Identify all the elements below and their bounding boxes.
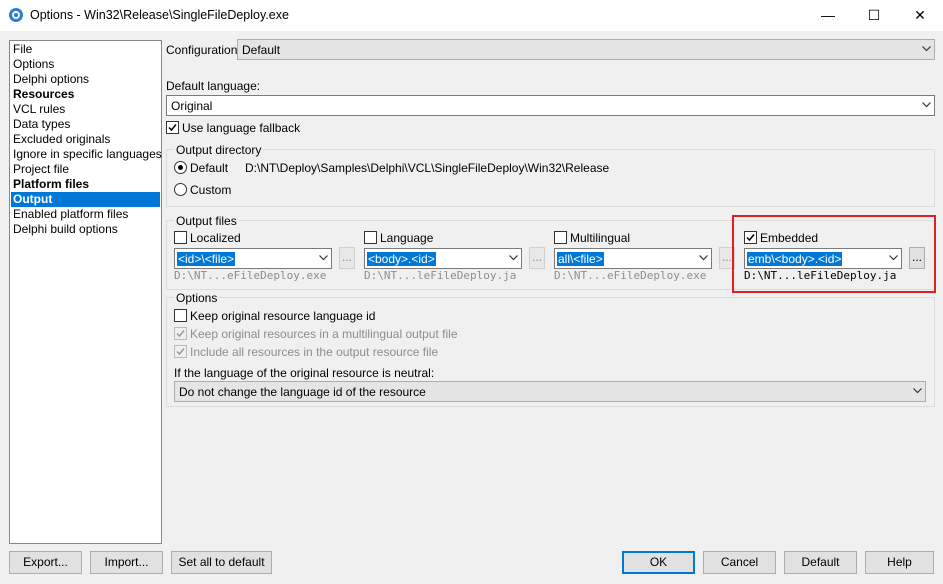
nav-item-data-types[interactable]: Data types [11, 117, 160, 132]
multilingual-pattern: all\<file> [557, 252, 604, 266]
localized-pattern-combo[interactable]: <id>\<file> [174, 248, 332, 269]
set-all-default-button[interactable]: Set all to default [171, 551, 272, 574]
output-default-radio[interactable] [174, 161, 187, 174]
close-button[interactable]: ✕ [897, 0, 943, 31]
chevron-down-icon [509, 255, 518, 263]
multilingual-pattern-combo[interactable]: all\<file> [554, 248, 712, 269]
nav-item-file[interactable]: File [11, 42, 160, 57]
nav-item-delphi-build-options[interactable]: Delphi build options [11, 222, 160, 237]
output-directory-group-label: Output directory [174, 143, 264, 157]
nav-item-enabled-platform-files[interactable]: Enabled platform files [11, 207, 160, 222]
language-browse-button[interactable]: ... [529, 247, 545, 269]
embedded-highlight-box [732, 215, 936, 293]
ok-button[interactable]: OK [622, 551, 695, 574]
include-all-label: Include all resources in the output reso… [190, 345, 439, 359]
title-bar: Options - Win32\Release\SingleFileDeploy… [0, 0, 943, 31]
localized-label: Localized [190, 231, 241, 245]
localized-pattern: <id>\<file> [177, 252, 236, 266]
import-button[interactable]: Import... [90, 551, 163, 574]
nav-item-vcl-rules[interactable]: VCL rules [11, 102, 160, 117]
chevron-down-icon [319, 255, 328, 263]
chevron-down-icon [922, 46, 931, 54]
language-label: Language [380, 231, 434, 245]
minimize-button[interactable]: — [805, 0, 851, 31]
nav-item-resources[interactable]: Resources [11, 87, 160, 102]
localized-path: D:\NT...eFileDeploy.exe [174, 269, 327, 282]
configuration-select[interactable]: Default [237, 39, 935, 60]
nav-item-options[interactable]: Options [11, 57, 160, 72]
neutral-language-value: Do not change the language id of the res… [179, 385, 426, 399]
chevron-down-icon [913, 388, 922, 396]
language-pattern: <body>.<id> [367, 252, 436, 266]
keep-original-id-label: Keep original resource language id [190, 309, 376, 323]
output-files-group-label: Output files [174, 214, 239, 228]
neutral-language-select[interactable]: Do not change the language id of the res… [174, 381, 926, 402]
configuration-label: Configuration: [166, 43, 241, 57]
multilingual-label: Multilingual [570, 231, 631, 245]
checkmark-icon [176, 348, 185, 356]
default-language-label: Default language: [166, 79, 261, 93]
default-language-select[interactable]: Original [166, 95, 935, 116]
use-language-fallback-checkbox[interactable] [166, 121, 179, 134]
language-path: D:\NT...leFileDeploy.ja [364, 269, 517, 282]
nav-item-platform-files[interactable]: Platform files [11, 177, 160, 192]
chevron-down-icon [699, 255, 708, 263]
output-default-label: Default [190, 161, 229, 175]
output-custom-radio[interactable] [174, 183, 187, 196]
options-group-label: Options [174, 291, 220, 305]
include-all-checkbox[interactable] [174, 345, 187, 358]
language-pattern-combo[interactable]: <body>.<id> [364, 248, 522, 269]
checkmark-icon [168, 124, 177, 132]
chevron-down-icon [922, 102, 931, 110]
nav-item-output[interactable]: Output [11, 192, 160, 207]
nav-item-project-file[interactable]: Project file [11, 162, 160, 177]
checkmark-icon [176, 330, 185, 338]
language-checkbox[interactable] [364, 231, 377, 244]
output-default-path: D:\NT\Deploy\Samples\Delphi\VCL\SingleFi… [245, 161, 610, 175]
cancel-button[interactable]: Cancel [703, 551, 776, 574]
configuration-value: Default [242, 43, 281, 57]
localized-browse-button[interactable]: ... [339, 247, 355, 269]
output-directory-group [166, 149, 935, 207]
multilingual-path: D:\NT...eFileDeploy.exe [554, 269, 707, 282]
default-language-value: Original [171, 99, 213, 113]
nav-item-delphi-options[interactable]: Delphi options [11, 72, 160, 87]
export-button[interactable]: Export... [9, 551, 82, 574]
localized-checkbox[interactable] [174, 231, 187, 244]
nav-item-excluded-originals[interactable]: Excluded originals [11, 132, 160, 147]
nav-item-ignore-languages[interactable]: Ignore in specific languages [11, 147, 162, 162]
keep-original-id-checkbox[interactable] [174, 309, 187, 322]
window-title: Options - Win32\Release\SingleFileDeploy… [30, 8, 289, 22]
app-icon [9, 8, 23, 22]
keep-multilingual-label: Keep original resources in a multilingua… [190, 327, 458, 341]
options-category-list[interactable]: File Options Delphi options Resources VC… [9, 40, 162, 544]
keep-multilingual-checkbox[interactable] [174, 327, 187, 340]
multilingual-checkbox[interactable] [554, 231, 567, 244]
default-button[interactable]: Default [784, 551, 857, 574]
output-custom-label: Custom [190, 183, 232, 197]
help-button[interactable]: Help [865, 551, 934, 574]
use-language-fallback-label: Use language fallback [182, 121, 301, 135]
neutral-language-label: If the language of the original resource… [174, 366, 435, 380]
maximize-button[interactable]: ☐ [851, 0, 897, 31]
